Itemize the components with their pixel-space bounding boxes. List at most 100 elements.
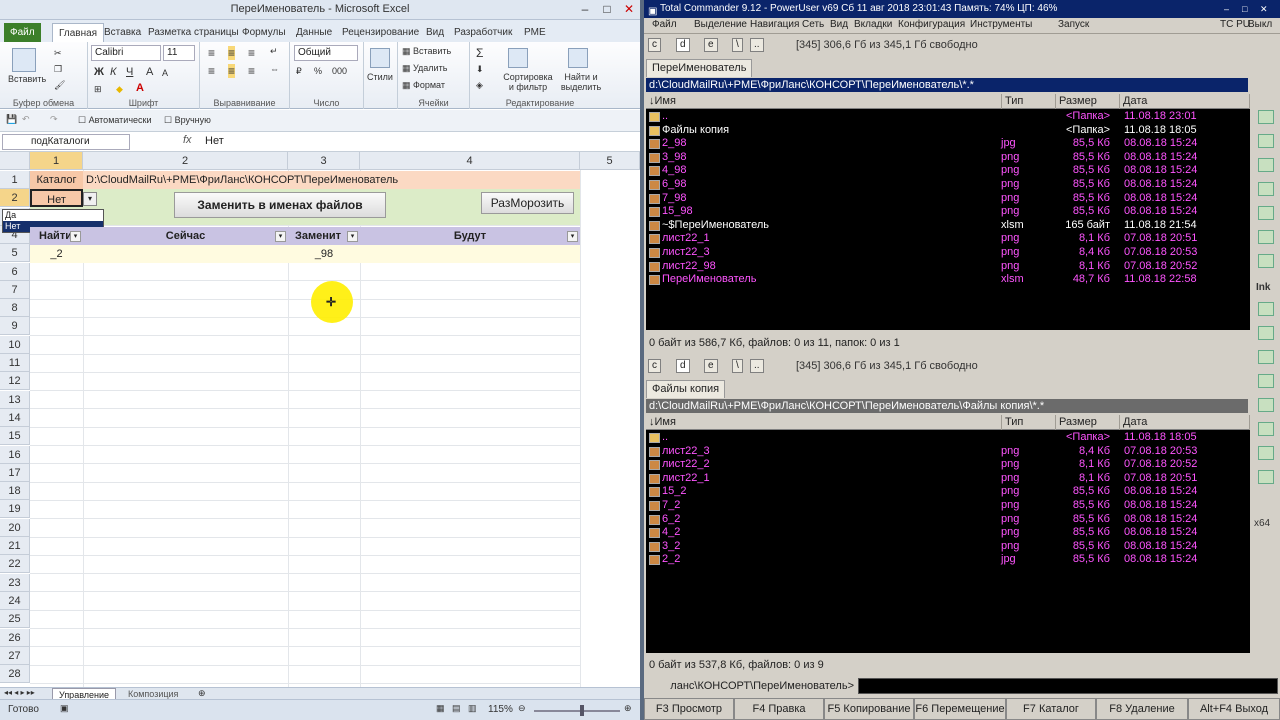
settings-icon[interactable] <box>1258 206 1274 220</box>
folder-tab-right[interactable]: Файлы копия <box>646 380 726 398</box>
toolbar-icon[interactable] <box>1258 254 1274 268</box>
col-date[interactable]: Дата <box>1120 94 1250 109</box>
cell-find-value[interactable]: _2 <box>30 245 83 263</box>
tab-home[interactable]: Главная <box>52 23 105 42</box>
paste-icon[interactable] <box>12 48 36 72</box>
copy-icon[interactable]: ❐ <box>54 64 62 75</box>
save-icon[interactable]: 💾 <box>6 114 17 125</box>
replace-in-filenames-button[interactable]: Заменить в именах файлов <box>174 192 386 218</box>
fill-icon[interactable]: ⬇ <box>476 64 484 75</box>
row-header[interactable]: 1 <box>0 171 30 189</box>
filter-icon[interactable]: ▾ <box>70 231 81 242</box>
f3-view-button[interactable]: F3 Просмотр <box>644 698 734 720</box>
drive-button-d[interactable]: d <box>676 38 690 52</box>
thousands-icon[interactable]: 000 <box>332 66 347 76</box>
autosum-icon[interactable]: Σ <box>476 46 483 60</box>
file-row[interactable]: 15_98 png 85,5 Кб 08.08.18 15:24 <box>646 205 1250 219</box>
root-button[interactable]: \ <box>732 359 743 373</box>
menu-item[interactable]: Инструменты <box>970 19 1032 30</box>
row-header[interactable]: 8 <box>0 299 30 318</box>
tab-formulas[interactable]: Формулы <box>236 23 292 42</box>
file-row[interactable]: .. <Папка> 11.08.18 23:01 <box>646 110 1250 124</box>
file-row[interactable]: 7_98 png 85,5 Кб 08.08.18 15:24 <box>646 192 1250 206</box>
row-header[interactable]: 24 <box>0 591 30 610</box>
minimize-icon[interactable]: – <box>1224 0 1229 18</box>
tab-page-layout[interactable]: Разметка страницы <box>142 23 245 42</box>
file-row[interactable]: 2_98 jpg 85,5 Кб 08.08.18 15:24 <box>646 137 1250 151</box>
file-row[interactable]: лист22_98 png 8,1 Кб 07.08.18 20:52 <box>646 260 1250 274</box>
drive-button-d[interactable]: d <box>676 359 690 373</box>
zoom-out-icon[interactable]: ⊖ <box>518 703 526 714</box>
zoom-slider-thumb[interactable] <box>580 705 584 716</box>
zoom-in-icon[interactable]: ⊕ <box>624 703 632 714</box>
folder-tab-left[interactable]: ПереИменователь <box>646 59 753 77</box>
tool-icon[interactable] <box>1258 374 1274 388</box>
col-name[interactable]: ↓Имя <box>646 415 1002 430</box>
file-row[interactable]: лист22_2 png 8,1 Кб 07.08.18 20:52 <box>646 458 1250 472</box>
font-size-select[interactable]: 11 <box>163 45 195 61</box>
column-header[interactable]: 5 <box>580 152 640 170</box>
tool-icon[interactable] <box>1258 470 1274 484</box>
cell-replace-value[interactable]: _98 <box>288 245 360 263</box>
align-left-icon[interactable]: ≡ <box>208 64 215 78</box>
menu-item[interactable]: Выделение <box>694 19 747 30</box>
path-bar-left[interactable]: d:\CloudMailRu\+PME\ФриЛанс\КОНСОРТ\Пере… <box>646 78 1248 92</box>
font-shrink-icon[interactable]: A <box>162 68 168 78</box>
file-row[interactable]: лист22_3 png 8,4 Кб 07.08.18 20:53 <box>646 445 1250 459</box>
col-type[interactable]: Тип <box>1002 94 1056 109</box>
tool-icon[interactable] <box>1258 398 1274 412</box>
merge-icon[interactable]: ⇔ <box>270 64 279 74</box>
drive-button-e[interactable]: e <box>704 359 718 373</box>
manual-calc-checkbox[interactable]: ☐ Вручную <box>164 115 211 126</box>
alt-f4-exit-button[interactable]: Alt+F4 Выход <box>1188 698 1280 720</box>
maximize-icon[interactable]: □ <box>1242 0 1247 18</box>
row-header[interactable]: 16 <box>0 445 30 464</box>
row-header[interactable]: 23 <box>0 573 30 592</box>
bold-icon[interactable]: Ж <box>94 66 104 78</box>
tab-file[interactable]: Файл <box>4 23 41 42</box>
file-row[interactable]: 7_2 png 85,5 Кб 08.08.18 15:24 <box>646 499 1250 513</box>
align-bottom-icon[interactable]: ≡ <box>248 46 255 60</box>
dropdown-arrow-icon[interactable]: ▾ <box>83 192 97 206</box>
tool-icon[interactable] <box>1258 302 1274 316</box>
filter-icon[interactable]: ▾ <box>567 231 578 242</box>
col-name[interactable]: ↓Имя <box>646 94 1002 109</box>
name-box[interactable]: подКаталоги <box>2 134 130 150</box>
unfreeze-button[interactable]: РазМорозить <box>481 192 574 214</box>
underline-icon[interactable]: Ч <box>126 66 133 78</box>
new-sheet-icon[interactable]: ⊕ <box>198 688 206 699</box>
select-all-corner[interactable] <box>0 152 30 170</box>
row-header[interactable]: 20 <box>0 518 30 537</box>
filter-icon[interactable]: ▾ <box>347 231 358 242</box>
align-center-icon[interactable]: ≡ <box>228 64 236 78</box>
row-header[interactable]: 22 <box>0 555 30 574</box>
sort-filter-button[interactable]: Сортировка и фильтр <box>500 72 556 92</box>
row-header[interactable]: 2 <box>0 189 30 208</box>
row-header[interactable]: 12 <box>0 372 30 391</box>
menu-item[interactable]: Файл <box>652 19 677 30</box>
zoom-level[interactable]: 115% <box>488 704 513 715</box>
row-header[interactable]: 21 <box>0 537 30 555</box>
align-right-icon[interactable]: ≡ <box>248 64 255 78</box>
file-panel-right[interactable]: ↓Имя Тип Размер Дата .. <Папка> 11.08.18 1… <box>646 415 1250 653</box>
f7-mkdir-button[interactable]: F7 Каталог <box>1006 698 1096 720</box>
dropdown-option-yes[interactable]: Да <box>5 210 103 221</box>
row-header[interactable]: 7 <box>0 280 30 299</box>
fx-icon[interactable]: fx <box>183 134 192 146</box>
file-row[interactable]: .. <Папка> 11.08.18 18:05 <box>646 431 1250 445</box>
file-panel-left[interactable]: ↓Имя Тип Размер Дата .. <Папка> 11.08.18 2… <box>646 94 1250 330</box>
menu-item[interactable]: Вкладки <box>854 19 892 30</box>
up-button[interactable]: .. <box>750 359 764 373</box>
macro-record-icon[interactable]: ▣ <box>60 703 69 714</box>
file-row[interactable]: ~$ПереИменователь xlsm 165 байт 11.08.18 21… <box>646 219 1250 233</box>
number-format-select[interactable]: Общий <box>294 45 358 61</box>
row-header[interactable]: 26 <box>0 628 30 647</box>
ink-label[interactable]: Ink <box>1256 282 1270 293</box>
col-date[interactable]: Дата <box>1120 415 1250 430</box>
tool-icon[interactable] <box>1258 326 1274 340</box>
row-header[interactable]: 17 <box>0 463 30 482</box>
row-header[interactable]: 10 <box>0 335 30 354</box>
col-size[interactable]: Размер <box>1056 94 1120 109</box>
font-grow-icon[interactable]: A <box>146 66 153 78</box>
file-row[interactable]: 6_2 png 85,5 Кб 08.08.18 15:24 <box>646 513 1250 527</box>
